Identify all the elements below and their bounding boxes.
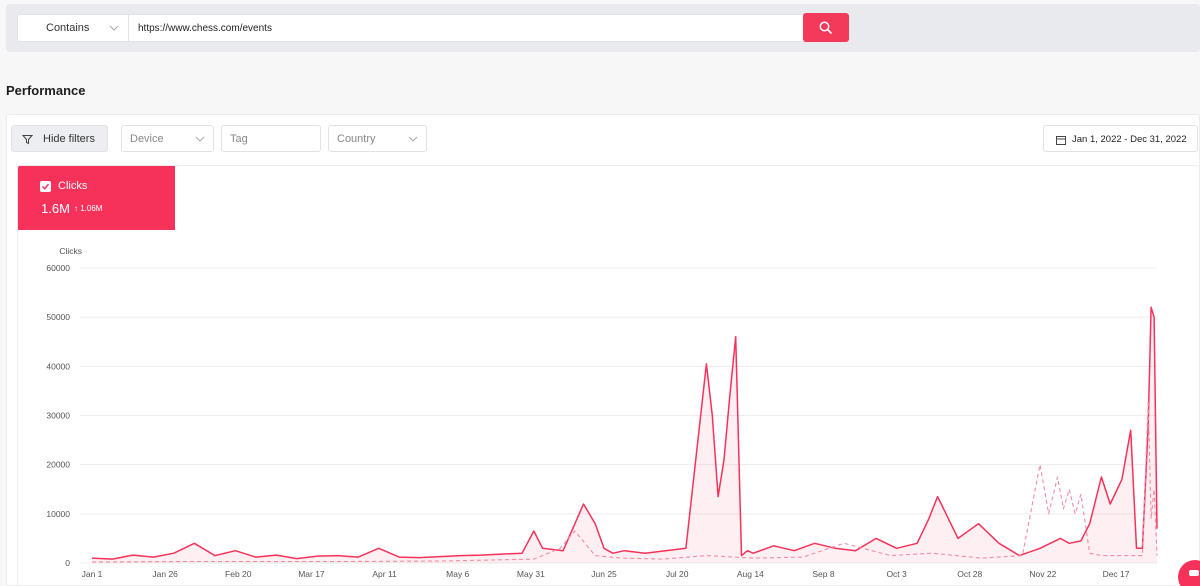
y-tick-label: 0 bbox=[65, 558, 70, 568]
x-tick-label: May 31 bbox=[517, 569, 545, 579]
y-tick-label: 20000 bbox=[46, 460, 70, 470]
y-tick-label: 50000 bbox=[46, 312, 70, 322]
y-tick-label: 10000 bbox=[46, 509, 70, 519]
clicks-line-chart: Clicks 0 10000 20000 30000 40000 50000 60000 J… bbox=[46, 246, 1158, 579]
x-tick-label: Oct 3 bbox=[886, 569, 907, 579]
x-tick-label: Jan 26 bbox=[152, 569, 178, 579]
x-tick-label: Jun 25 bbox=[591, 569, 617, 579]
x-tick-label: Sep 8 bbox=[812, 569, 834, 579]
y-tick-label: 60000 bbox=[46, 263, 70, 273]
help-icon bbox=[1189, 570, 1199, 576]
series-area bbox=[92, 307, 1157, 563]
x-tick-label: Oct 28 bbox=[957, 569, 982, 579]
x-tick-label: Feb 20 bbox=[225, 569, 252, 579]
chart-grid bbox=[80, 267, 1157, 564]
x-tick-label: Aug 14 bbox=[737, 569, 764, 579]
x-tick-label: Mar 17 bbox=[298, 569, 325, 579]
x-tick-label: Jul 20 bbox=[666, 569, 689, 579]
help-chat-button[interactable] bbox=[1178, 560, 1200, 586]
comparison-series-line bbox=[91, 400, 1158, 563]
y-tick-label: 40000 bbox=[46, 361, 70, 371]
x-tick-label: May 6 bbox=[446, 569, 469, 579]
x-tick-label: Dec 17 bbox=[1103, 569, 1130, 579]
x-axis: Jan 1 Jan 26 Feb 20 Mar 17 Apr 11 May 6 May 31… bbox=[82, 569, 1130, 579]
x-tick-label: Apr 11 bbox=[372, 569, 397, 579]
chart-series bbox=[91, 306, 1158, 563]
y-tick-label: 30000 bbox=[46, 411, 70, 421]
x-tick-label: Nov 22 bbox=[1029, 569, 1056, 579]
clicks-series-line bbox=[91, 306, 1158, 560]
y-axis-label: Clicks bbox=[59, 246, 82, 256]
y-axis: 0 10000 20000 30000 40000 50000 60000 bbox=[46, 263, 70, 568]
x-tick-label: Jan 1 bbox=[82, 569, 103, 579]
